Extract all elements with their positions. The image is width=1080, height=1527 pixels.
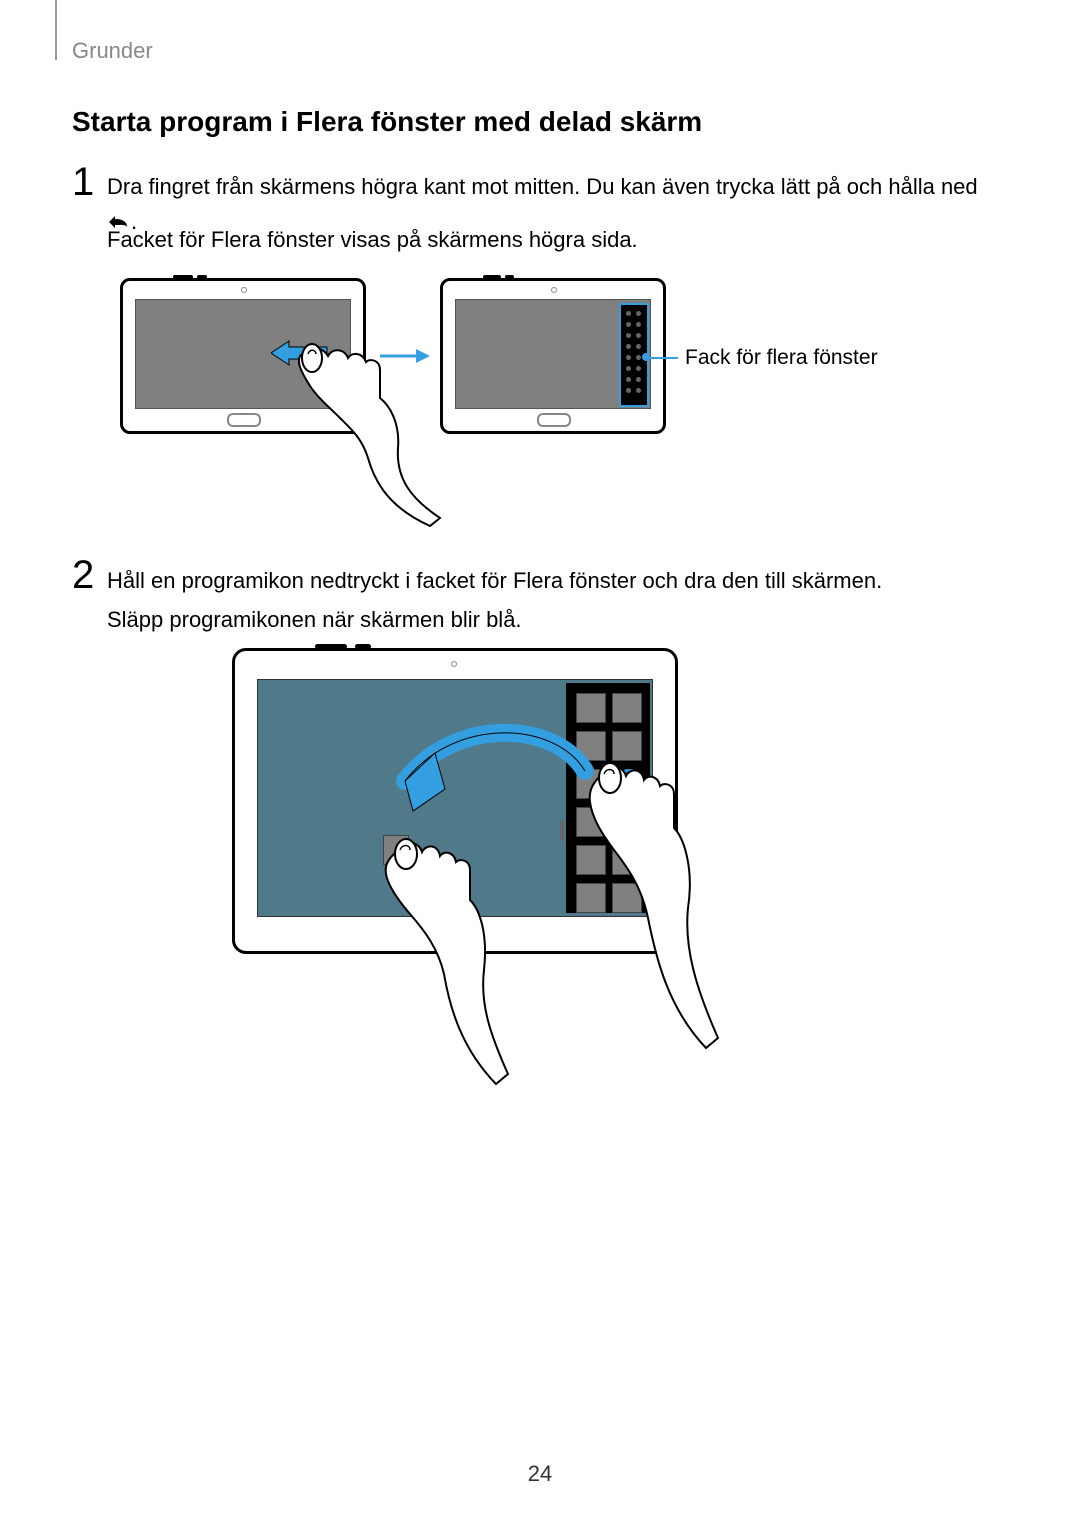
step-number-1: 1 — [72, 160, 94, 205]
step1-subtext: Facket för Flera fönster visas på skärme… — [107, 227, 638, 253]
figure-1: Fack för flera fönster — [120, 278, 890, 528]
section-header: Grunder — [72, 38, 153, 64]
transition-arrow-icon — [380, 346, 430, 366]
hand-left-icon — [344, 834, 524, 1094]
hand-right-icon — [548, 758, 728, 1068]
callout-dot — [642, 353, 650, 361]
page-number: 24 — [0, 1461, 1080, 1487]
callout-line — [650, 357, 678, 359]
step1-text-a: Dra fingret från skärmens högra kant mot… — [107, 174, 978, 199]
figure-2 — [232, 648, 732, 1068]
step2-line2: Släpp programikonen när skärmen blir blå… — [107, 607, 522, 632]
page-heading: Starta program i Flera fönster med delad… — [72, 106, 702, 138]
step2-text: Håll en programikon nedtryckt i facket f… — [107, 562, 1000, 639]
header-divider — [55, 0, 57, 60]
step-number-2: 2 — [72, 553, 94, 598]
callout-label: Fack för flera fönster — [685, 346, 878, 370]
tablet-illustration-right — [440, 278, 666, 434]
step2-line1: Håll en programikon nedtryckt i facket f… — [107, 568, 882, 593]
